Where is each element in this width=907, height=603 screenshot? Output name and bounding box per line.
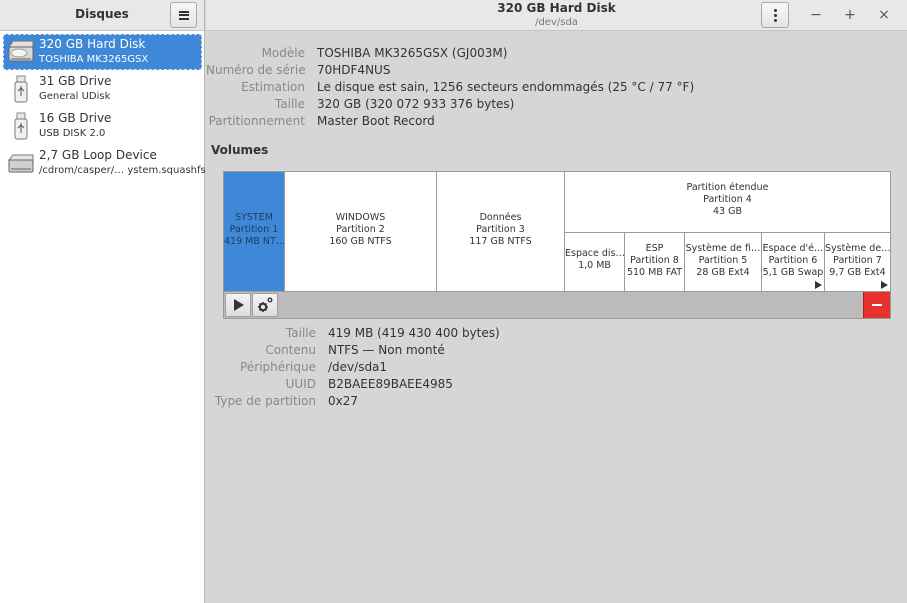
- drive-item-hard-disk[interactable]: 320 GB Hard Disk TOSHIBA MK3265GSX: [3, 34, 202, 70]
- serial-label: Numéro de série: [206, 63, 306, 77]
- partition-5[interactable]: Système de fi… Partition 5 28 GB Ext4: [685, 232, 762, 291]
- partition-1[interactable]: SYSTEM Partition 1 419 MB NT…: [224, 172, 285, 291]
- partition-size: 419 MB NT…: [224, 236, 285, 247]
- drive-name: 31 GB Drive: [39, 74, 112, 88]
- mounted-indicator-icon: [815, 281, 822, 289]
- partition-label: SYSTEM: [235, 212, 273, 223]
- free-space[interactable]: Espace dis… 1,0 MB: [565, 232, 625, 291]
- loop-device-icon: [7, 154, 34, 173]
- gear-icon: [258, 297, 273, 312]
- delete-partition-button[interactable]: [863, 292, 890, 318]
- partition-number: Partition 7: [833, 255, 882, 266]
- drive-model: TOSHIBA MK3265GSX: [39, 54, 149, 65]
- volume-toolbar: [223, 292, 891, 319]
- partition-type-value: 0x27: [328, 394, 359, 408]
- partition-size: 117 GB NTFS: [469, 236, 532, 247]
- sidebar-header: Disques: [0, 0, 204, 31]
- content-value: NTFS — Non monté: [328, 343, 445, 357]
- volume-size-label: Taille: [285, 326, 316, 340]
- partition-number: Partition 2: [336, 224, 385, 235]
- partition-label: Partition étendue: [686, 182, 769, 193]
- close-button[interactable]: ×: [874, 5, 894, 25]
- partition-label: WINDOWS: [335, 212, 386, 223]
- assessment-label: Estimation: [241, 80, 305, 94]
- volumes-map: SYSTEM Partition 1 419 MB NT… WINDOWS Pa…: [223, 171, 891, 292]
- disk-device-path: /dev/sda: [535, 17, 578, 28]
- drive-model: /cdrom/casper/… ystem.squashfs: [39, 165, 206, 176]
- minimize-button[interactable]: −: [806, 5, 826, 25]
- partition-7[interactable]: Système de… Partition 7 9,7 GB Ext4: [825, 232, 890, 291]
- partition-label: Espace d'é…: [762, 243, 824, 254]
- size-label: Taille: [274, 97, 305, 111]
- partition-3[interactable]: Données Partition 3 117 GB NTFS: [437, 172, 565, 291]
- partition-number: Partition 1: [229, 224, 279, 235]
- size-value: 320 GB (320 072 933 376 bytes): [317, 97, 515, 111]
- header-bar: 320 GB Hard Disk /dev/sda − + ×: [206, 0, 907, 31]
- partition-number: Partition 3: [476, 224, 525, 235]
- play-icon: [234, 299, 244, 311]
- partition-label: Système de fi…: [685, 243, 761, 254]
- drive-item-loop-device[interactable]: 2,7 GB Loop Device /cdrom/casper/… ystem…: [3, 145, 206, 181]
- drive-name: 16 GB Drive: [39, 111, 112, 125]
- mounted-indicator-icon: [881, 281, 888, 289]
- partition-label: ESP: [645, 243, 664, 254]
- partition-number: Partition 5: [698, 255, 748, 266]
- assessment-value: Le disque est sain, 1256 secteurs endomm…: [317, 80, 695, 94]
- partition-4-extended[interactable]: Partition étendue Partition 4 43 GB: [565, 172, 890, 232]
- drive-item-31gb[interactable]: 31 GB Drive General UDisk: [3, 71, 202, 107]
- partition-8[interactable]: ESP Partition 8 510 MB FAT: [625, 232, 685, 291]
- drive-model: General UDisk: [39, 91, 111, 102]
- uuid-value: B2BAEE89BAEE4985: [328, 377, 453, 391]
- partition-number: Partition 6: [768, 255, 818, 266]
- app-menu-button[interactable]: [170, 2, 197, 28]
- partition-size: 9,7 GB Ext4: [829, 267, 886, 278]
- maximize-button[interactable]: +: [840, 5, 860, 25]
- content-label: Contenu: [265, 343, 316, 357]
- partition-size: 160 GB NTFS: [329, 236, 392, 247]
- partition-size: 1,0 MB: [578, 260, 611, 271]
- partition-2[interactable]: WINDOWS Partition 2 160 GB NTFS: [285, 172, 437, 291]
- partition-size: 510 MB FAT: [626, 267, 683, 278]
- sidebar: Disques 320 GB Hard Disk TOSHIBA MK3265G…: [0, 0, 206, 603]
- hamburger-icon: [178, 10, 189, 20]
- partition-label: Système de…: [825, 243, 890, 254]
- partition-number: Partition 4: [703, 194, 752, 205]
- partition-size: 5,1 GB Swap: [762, 267, 824, 278]
- partitioning-label: Partitionnement: [208, 114, 305, 128]
- partition-6[interactable]: Espace d'é… Partition 6 5,1 GB Swap: [762, 232, 825, 291]
- partition-size: 28 GB Ext4: [696, 267, 750, 278]
- mount-button[interactable]: [225, 293, 251, 317]
- model-label: Modèle: [261, 46, 305, 60]
- volumes-heading: Volumes: [211, 143, 269, 157]
- partition-label: Espace dis…: [565, 248, 625, 259]
- model-value: TOSHIBA MK3265GSX (GJ003M): [317, 46, 508, 60]
- drive-name: 2,7 GB Loop Device: [39, 148, 157, 162]
- disk-menu-button[interactable]: [761, 2, 789, 28]
- volume-options-button[interactable]: [252, 293, 278, 317]
- partition-label: Données: [479, 212, 522, 223]
- drive-name: 320 GB Hard Disk: [39, 37, 146, 51]
- partition-type-label: Type de partition: [214, 394, 316, 408]
- device-value: /dev/sda1: [328, 360, 388, 374]
- disk-title: 320 GB Hard Disk: [497, 1, 616, 15]
- partitioning-value: Master Boot Record: [317, 114, 435, 128]
- volume-size-value: 419 MB (419 430 400 bytes): [328, 326, 500, 340]
- minus-icon: [872, 304, 882, 306]
- usb-drive-icon: [14, 112, 28, 140]
- partition-size: 43 GB: [713, 206, 742, 217]
- drive-item-16gb[interactable]: 16 GB Drive USB DISK 2.0: [3, 108, 202, 144]
- hard-disk-icon: [8, 40, 34, 62]
- serial-value: 70HDF4NUS: [317, 63, 391, 77]
- uuid-label: UUID: [285, 377, 316, 391]
- device-label: Périphérique: [240, 360, 316, 374]
- drive-model: USB DISK 2.0: [39, 128, 106, 139]
- partition-number: Partition 8: [630, 255, 679, 266]
- usb-drive-icon: [14, 75, 28, 103]
